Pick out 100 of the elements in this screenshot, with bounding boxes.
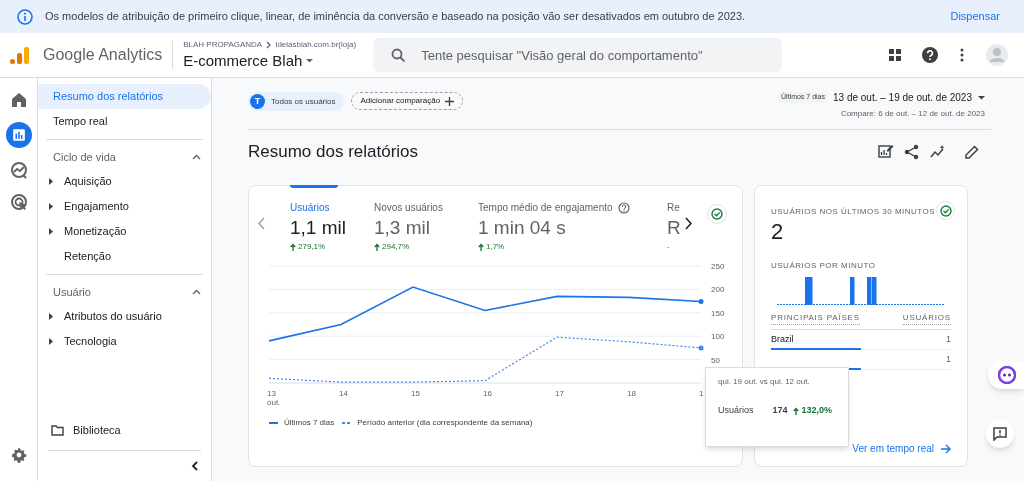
data-point[interactable] bbox=[698, 345, 704, 351]
sidebar-item[interactable]: Monetização bbox=[64, 223, 127, 240]
x-axis-label: 18 bbox=[627, 389, 636, 398]
edit-icon[interactable] bbox=[964, 144, 980, 160]
per-minute-label: USUÁRIOS POR MINUTO bbox=[771, 260, 877, 272]
metric-label: Novos usuários bbox=[374, 201, 443, 215]
sidebar-item[interactable]: Atributos do usuário bbox=[64, 308, 162, 325]
insights-icon[interactable] bbox=[930, 144, 946, 160]
metric-tab[interactable]: Re R - bbox=[667, 186, 681, 253]
customize-report-icon[interactable] bbox=[878, 144, 894, 160]
collapse-sidebar-icon[interactable] bbox=[191, 461, 199, 471]
date-range-selector[interactable]: 13 de out. – 19 de out. de 2023 bbox=[833, 90, 985, 105]
metric-value: 1,1 mil bbox=[290, 216, 347, 240]
expand-triangle-icon[interactable] bbox=[49, 228, 53, 235]
plus-icon bbox=[445, 96, 455, 106]
info-icon bbox=[17, 8, 33, 25]
metric-label: Re bbox=[667, 201, 680, 215]
search-field[interactable]: Tente pesquisar "Visão geral do comportamento" bbox=[373, 38, 783, 72]
expand-triangle-icon[interactable] bbox=[49, 178, 53, 185]
up-arrow-icon bbox=[793, 406, 800, 415]
x-axis-label: 13 out. bbox=[267, 389, 281, 407]
realtime-title: USUÁRIOS NOS ÚLTIMOS 30 MINUTOS bbox=[771, 206, 936, 218]
caret-icon bbox=[306, 59, 314, 63]
reports-icon[interactable] bbox=[5, 122, 32, 148]
x-axis-label: 15 bbox=[411, 389, 420, 398]
dismiss-button[interactable]: Dispensar bbox=[950, 8, 1000, 25]
arrow-right-icon bbox=[941, 443, 951, 454]
explore-icon[interactable] bbox=[8, 160, 29, 180]
property-path[interactable]: Ideiasblah.com.br(loja) bbox=[275, 39, 357, 51]
expand-triangle-icon[interactable] bbox=[49, 203, 53, 210]
metric-value: R bbox=[667, 216, 681, 240]
segment-avatar: T bbox=[250, 94, 265, 109]
metric-label: Tempo médio de engajamento bbox=[478, 201, 613, 215]
realtime-value: 2 bbox=[771, 220, 785, 244]
tooltip-title: qui. 19 out. vs qui. 12 out. bbox=[718, 376, 811, 388]
user-count: 1 bbox=[946, 352, 951, 366]
assistant-button[interactable] bbox=[988, 361, 1024, 389]
check-circle-icon bbox=[939, 204, 952, 217]
more-options-icon[interactable] bbox=[960, 48, 964, 62]
help-icon[interactable] bbox=[922, 47, 938, 63]
share-icon[interactable] bbox=[904, 144, 920, 160]
tooltip-value: 174 bbox=[772, 404, 788, 417]
metric-tab[interactable]: Novos usuários 1,3 mil 294,7% bbox=[374, 186, 478, 253]
column-header[interactable]: PRINCIPAIS PAÍSES bbox=[771, 312, 860, 325]
y-axis-label: 200 bbox=[711, 285, 725, 295]
up-arrow-icon bbox=[290, 243, 296, 251]
column-header[interactable]: USUÁRIOS bbox=[902, 312, 951, 325]
segment-chip[interactable]: T Todos os usuários bbox=[248, 92, 345, 111]
folder-icon bbox=[51, 423, 64, 436]
collapse-chevron-icon[interactable] bbox=[192, 154, 201, 160]
page-title: Resumo dos relatórios bbox=[248, 141, 420, 164]
sidebar-item[interactable]: Resumo dos relatórios bbox=[38, 84, 211, 109]
sidebar-item[interactable]: Tempo real bbox=[38, 109, 211, 134]
library-link[interactable]: Biblioteca bbox=[73, 421, 121, 438]
analytics-logo-icon bbox=[10, 46, 29, 64]
metric-change: - bbox=[667, 241, 670, 253]
banner-message: Os modelos de atribuição de primeiro clique, linear, de iminência da conversão e baseado na posição vão ser desativados em outubro de 2023. bbox=[45, 9, 747, 25]
settings-icon[interactable] bbox=[10, 447, 27, 463]
up-arrow-icon bbox=[374, 243, 380, 251]
data-point[interactable] bbox=[698, 299, 704, 305]
metric-tab[interactable]: Tempo médio de engajamento 1 min 04 s 1,7% bbox=[478, 186, 667, 253]
section-title: Usuário bbox=[53, 284, 91, 300]
feedback-button[interactable] bbox=[986, 420, 1014, 448]
compare-range: Compare: 6 de out. – 12 de out. de 2023 bbox=[840, 108, 985, 120]
expand-triangle-icon[interactable] bbox=[49, 313, 53, 320]
search-icon bbox=[391, 48, 406, 62]
solid-line-legend-icon bbox=[269, 421, 278, 425]
check-circle-icon bbox=[711, 208, 723, 220]
realtime-link[interactable]: Ver em tempo real bbox=[852, 441, 951, 456]
property-selector[interactable]: E-commerce Blah bbox=[183, 51, 374, 71]
assistant-face-icon bbox=[998, 366, 1016, 384]
metric-value: 1,3 mil bbox=[374, 216, 431, 240]
country-name: Brazil bbox=[771, 332, 794, 346]
account-name[interactable]: BLAH PROPAGANDA bbox=[183, 39, 263, 51]
sidebar-item[interactable]: Aquisição bbox=[64, 173, 112, 190]
y-axis-label: 50 bbox=[711, 355, 720, 365]
tooltip-change: 132,0% bbox=[801, 404, 832, 417]
user-count: 1 bbox=[946, 332, 951, 346]
feedback-icon bbox=[993, 427, 1007, 441]
metric-change: 1,7% bbox=[486, 241, 505, 253]
sidebar-item[interactable]: Tecnologia bbox=[64, 333, 117, 350]
tooltip-metric: Usuários bbox=[718, 404, 755, 417]
apps-icon[interactable] bbox=[889, 49, 901, 61]
x-axis-label: 17 bbox=[555, 389, 564, 398]
section-title: Ciclo de vida bbox=[53, 149, 116, 165]
metric-tab[interactable]: Usuários 1,1 mil 279,1% bbox=[290, 186, 374, 253]
expand-triangle-icon[interactable] bbox=[49, 338, 53, 345]
sidebar-item[interactable]: Engajamento bbox=[64, 198, 129, 215]
legend-label: Período anterior (dia correspondente da semana) bbox=[357, 417, 533, 429]
sidebar-item[interactable]: Retenção bbox=[64, 248, 112, 265]
collapse-chevron-icon[interactable] bbox=[192, 289, 201, 295]
metric-change: 294,7% bbox=[382, 241, 410, 253]
product-name: Google Analytics bbox=[43, 45, 163, 65]
help-icon[interactable] bbox=[617, 201, 630, 214]
metric-change: 279,1% bbox=[298, 241, 326, 253]
dashed-line-legend-icon bbox=[342, 421, 352, 425]
x-axis-label: 1 bbox=[699, 389, 704, 398]
metric-label: Usuários bbox=[290, 201, 330, 215]
target-cursor-icon[interactable] bbox=[8, 192, 29, 212]
caret-icon bbox=[978, 95, 985, 100]
